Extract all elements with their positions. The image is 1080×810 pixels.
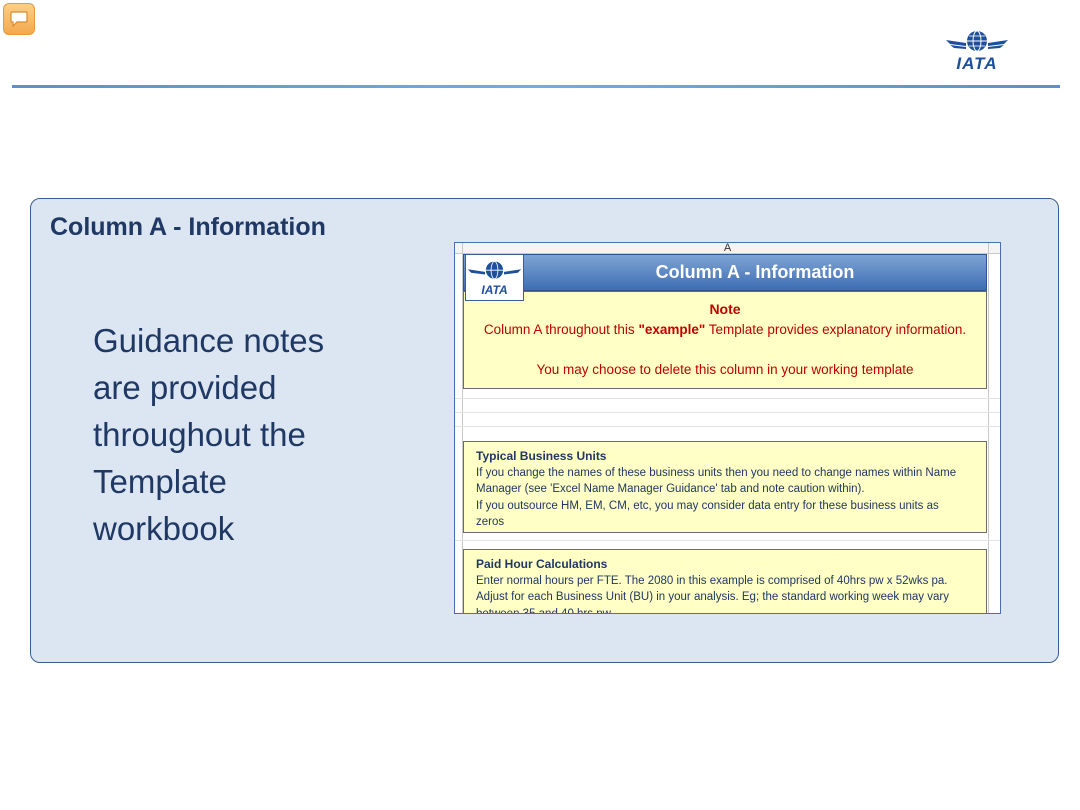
iata-logo: IATA: [944, 28, 1010, 74]
sheet-logo: IATA: [465, 254, 524, 301]
info-box-line: between 35 and 40 hrs pw.: [476, 607, 614, 614]
info-box-line: Enter normal hours per FTE. The 2080 in …: [476, 574, 948, 587]
guidance-line: Guidance notes: [93, 322, 325, 359]
guidance-line: throughout the: [93, 416, 306, 453]
panel-title: Column A - Information: [50, 213, 326, 241]
note-title: Note: [709, 301, 741, 317]
sheet-header-band: Column A - Information: [463, 254, 987, 291]
info-box-line: If you change the names of these busines…: [476, 466, 957, 479]
header-rule: [12, 85, 1060, 88]
note-text: Column A throughout this: [483, 322, 639, 337]
info-box-title: Typical Business Units: [476, 449, 607, 463]
spreadsheet-screenshot: A Column A - Information Note Column A t…: [454, 242, 1001, 614]
comment-icon[interactable]: [3, 3, 35, 35]
gridline: [455, 426, 1000, 427]
note-text: Template provides explanatory informatio…: [705, 322, 967, 337]
guidance-line: are provided: [93, 369, 277, 406]
guidance-line: Template: [93, 463, 227, 500]
gridline: [455, 540, 1000, 541]
info-box-line: If you outsource HM, EM, CM, etc, you ma…: [476, 499, 939, 512]
guidance-text: Guidance notes are provided throughout t…: [93, 317, 383, 552]
info-panel: Column A - Information Guidance notes ar…: [30, 198, 1059, 663]
note-box: Note Column A throughout this "example" …: [463, 291, 987, 389]
globe-wings-icon: [467, 261, 522, 280]
info-box-line: Manager (see 'Excel Name Manager Guidanc…: [476, 483, 865, 495]
gridline: [988, 243, 989, 613]
sheet-logo-text: IATA: [481, 283, 508, 297]
globe-wings-icon: [946, 30, 1008, 52]
note-line: You may choose to delete this column in …: [536, 362, 914, 377]
logo-text: IATA: [956, 54, 998, 73]
info-box-line: zeros: [476, 516, 505, 528]
info-box-business-units: Typical Business Units If you change the…: [463, 441, 987, 533]
info-box-paid-hours: Paid Hour Calculations Enter normal hour…: [463, 549, 987, 614]
info-box-title: Paid Hour Calculations: [476, 557, 608, 571]
gridline: [455, 398, 1000, 399]
note-line: Column A throughout this "example" Templ…: [464, 322, 986, 337]
guidance-line: workbook: [93, 510, 235, 547]
sheet-header-title: Column A - Information: [655, 262, 855, 282]
gridline: [455, 412, 1000, 413]
column-header: A: [455, 243, 1000, 254]
note-emphasis: "example": [638, 322, 706, 337]
info-box-line: Adjust for each Business Unit (BU) in yo…: [476, 591, 949, 603]
